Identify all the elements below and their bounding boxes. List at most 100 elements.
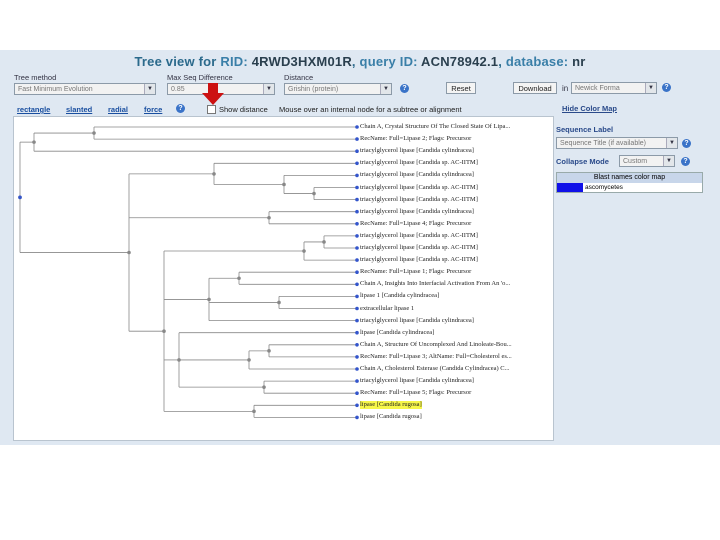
- color-map-header: Blast names color map: [557, 173, 702, 183]
- leaf-label[interactable]: lipase [Candida rugosa]: [360, 413, 422, 421]
- leaf-label[interactable]: RecName: Full=Lipase 5; Flags: Precursor: [360, 389, 471, 397]
- leaf-node[interactable]: [355, 355, 359, 359]
- help-icon[interactable]: ?: [662, 83, 671, 92]
- leaf-label[interactable]: triacylglycerol lipase [Candida sp. AC-I…: [360, 256, 478, 264]
- red-arrow-icon: [202, 83, 224, 105]
- leaf-label[interactable]: RecName: Full=Lipase 2; Flags: Precursor: [360, 135, 471, 143]
- leaf-node[interactable]: [355, 149, 359, 153]
- leaf-label[interactable]: Chain A, Crystal Structure Of The Closed…: [360, 123, 510, 131]
- color-map-legend: Blast names color map ascomycetes: [556, 172, 703, 193]
- leaf-node[interactable]: [355, 282, 359, 287]
- max-seq-label: Max Seq Difference: [167, 73, 233, 82]
- leaf-node[interactable]: [355, 161, 359, 166]
- leaf-label[interactable]: triacylglycerol lipase [Candida sp. AC-I…: [360, 184, 478, 192]
- leaf-label[interactable]: triacylglycerol lipase [Candida sp. AC-I…: [360, 232, 478, 240]
- leaf-node[interactable]: [355, 222, 359, 226]
- leaf-node[interactable]: [355, 185, 359, 190]
- leaf-label[interactable]: triacylglycerol lipase [Candida cylindra…: [360, 208, 474, 216]
- chevron-down-icon: ▼: [645, 83, 656, 93]
- color-map-row: ascomycetes: [557, 183, 702, 192]
- leaf-label[interactable]: lipase [Candida cylindracea]: [360, 329, 434, 337]
- query-value: ACN78942.1: [421, 54, 499, 69]
- leaf-label[interactable]: RecName: Full=Lipase 3; AltName: Full=Ch…: [360, 353, 512, 361]
- help-icon[interactable]: ?: [176, 104, 185, 113]
- tree-method-label: Tree method: [14, 73, 57, 82]
- leaf-node[interactable]: [355, 318, 359, 323]
- leaf-node[interactable]: [355, 173, 359, 178]
- leaf-label[interactable]: Chain A, Structure Of Uncomplexed And Li…: [360, 341, 512, 349]
- chevron-down-icon: ▼: [666, 138, 677, 148]
- leaf-label[interactable]: Chain A, Cholesterol Esterase (Candida C…: [360, 365, 509, 373]
- leaf-label[interactable]: triacylglycerol lipase [Candida cylindra…: [360, 147, 474, 155]
- leaf-label[interactable]: RecName: Full=Lipase 1; Flags: Precursor: [360, 268, 471, 276]
- show-distance-label: Show distance: [219, 105, 268, 114]
- leaf-node[interactable]: [355, 125, 359, 129]
- leaf-node[interactable]: [355, 306, 359, 311]
- leaf-node[interactable]: [355, 343, 359, 347]
- help-icon[interactable]: ?: [400, 84, 409, 93]
- leaf-label[interactable]: triacylglycerol lipase [Candida sp. AC-I…: [360, 244, 478, 252]
- distance-select[interactable]: Grishin (protein) ▼: [284, 83, 392, 95]
- collapse-mode-value: Custom: [623, 158, 648, 165]
- in-label: in: [562, 84, 569, 93]
- chevron-down-icon: ▼: [380, 84, 391, 94]
- leaf-label[interactable]: Chain A, Insights Into Interfacial Activ…: [360, 280, 510, 288]
- hint-text: Mouse over an internal node for a subtre…: [279, 105, 462, 114]
- page-title: Tree view for RID: 4RWD3HXM01R, query ID…: [134, 54, 586, 69]
- reset-button[interactable]: Reset: [446, 82, 476, 94]
- tab-radial[interactable]: radial: [108, 105, 128, 114]
- query-label: query ID:: [359, 54, 418, 69]
- distance-label: Distance: [284, 73, 314, 82]
- chevron-down-icon: ▼: [663, 156, 674, 166]
- chevron-down-icon: ▼: [263, 84, 274, 94]
- root-node[interactable]: [18, 195, 22, 200]
- max-seq-value: 0.85: [171, 86, 185, 93]
- leaf-label[interactable]: lipase 1 [Candida cylindracea]: [360, 292, 439, 300]
- sequence-label-select[interactable]: Sequence Title (if available) ▼: [556, 137, 678, 149]
- tree-canvas[interactable]: Chain A, Crystal Structure Of The Closed…: [13, 116, 554, 441]
- leaf-node[interactable]: [355, 391, 359, 396]
- help-icon[interactable]: ?: [681, 157, 690, 166]
- leaf-label[interactable]: triacylglycerol lipase [Candida sp. AC-I…: [360, 159, 478, 167]
- collapse-mode-label: Collapse Mode: [556, 157, 609, 166]
- leaf-label[interactable]: triacylglycerol lipase [Candida cylindra…: [360, 377, 474, 385]
- leaf-label[interactable]: triacylglycerol lipase [Candida cylindra…: [360, 171, 474, 179]
- color-map-name: ascomycetes: [585, 184, 623, 191]
- leaf-node[interactable]: [355, 367, 359, 371]
- title-prefix: Tree view for: [134, 54, 217, 69]
- show-distance-checkbox[interactable]: [207, 105, 216, 114]
- leaf-node[interactable]: [355, 234, 359, 238]
- leaf-label[interactable]: triacylglycerol lipase [Candida cylindra…: [360, 317, 474, 325]
- leaf-label[interactable]: extracellular lipase 1: [360, 305, 414, 313]
- leaf-node[interactable]: [355, 209, 359, 214]
- help-icon[interactable]: ?: [682, 139, 691, 148]
- tree-method-select[interactable]: Fast Minimum Evolution ▼: [14, 83, 156, 95]
- leaf-node[interactable]: [355, 379, 359, 383]
- download-button[interactable]: Download: [513, 82, 557, 94]
- color-swatch: [557, 183, 583, 192]
- format-value: Newick Forma: [575, 85, 620, 92]
- database-label: database:: [505, 54, 569, 69]
- collapse-mode-select[interactable]: Custom ▼: [619, 155, 675, 167]
- leaf-node[interactable]: [355, 294, 359, 299]
- format-select[interactable]: Newick Forma ▼: [571, 82, 657, 94]
- leaf-node[interactable]: [355, 415, 359, 420]
- sequence-label-value: Sequence Title (if available): [560, 140, 646, 147]
- tab-rectangle[interactable]: rectangle: [17, 105, 50, 114]
- tab-slanted[interactable]: slanted: [66, 105, 92, 114]
- leaf-node[interactable]: [355, 246, 359, 250]
- leaf-label[interactable]: lipase [Candida rugosa]: [360, 401, 422, 410]
- tab-force[interactable]: force: [144, 105, 162, 114]
- leaf-node[interactable]: [355, 403, 359, 408]
- leaf-node[interactable]: [355, 258, 359, 262]
- rid-label: RID:: [220, 54, 248, 69]
- sequence-label-heading: Sequence Label: [556, 125, 614, 134]
- leaf-node[interactable]: [355, 137, 359, 141]
- leaf-node[interactable]: [355, 330, 359, 335]
- leaf-node[interactable]: [355, 197, 359, 202]
- leaf-label[interactable]: triacylglycerol lipase [Candida sp. AC-I…: [360, 196, 478, 204]
- tree-method-value: Fast Minimum Evolution: [18, 86, 93, 93]
- leaf-node[interactable]: [355, 270, 359, 274]
- hide-color-map-link[interactable]: Hide Color Map: [562, 104, 617, 113]
- leaf-label[interactable]: RecName: Full=Lipase 4; Flags: Precursor: [360, 220, 471, 228]
